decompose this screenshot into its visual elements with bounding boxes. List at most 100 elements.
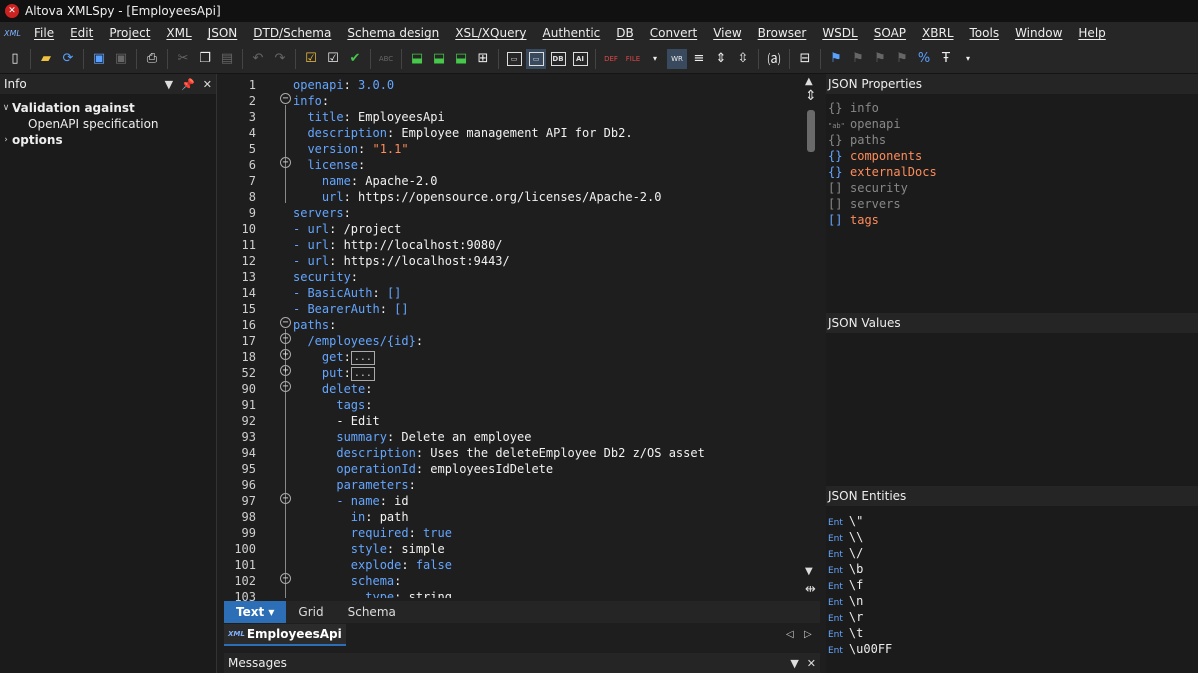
code-line[interactable]: summary: Delete an employee	[293, 429, 531, 445]
dropdown-arrow-icon[interactable]: ▾	[645, 49, 665, 69]
code-line[interactable]: description: Uses the deleteEmployee Db2…	[293, 445, 704, 461]
json-property-tags[interactable]: [] tags	[828, 212, 879, 228]
menu-file[interactable]: File	[26, 26, 62, 40]
menu-wsdl[interactable]: WSDL	[814, 26, 865, 40]
json-entity-item[interactable]: Ent \\	[828, 529, 863, 545]
code-line[interactable]: - url: https://localhost:9443/	[293, 253, 510, 269]
code-line[interactable]: - BasicAuth: []	[293, 285, 401, 301]
scroll-down-icon[interactable]: ▼	[805, 566, 813, 577]
menu-dtd-schema[interactable]: DTD/Schema	[245, 26, 339, 40]
chevron-down-icon[interactable]: ∨	[0, 103, 12, 113]
json-property-security[interactable]: [] security	[828, 180, 908, 196]
json-entity-item[interactable]: Ent \u00FF	[828, 641, 892, 657]
panel-menu-icon[interactable]: ▼	[165, 78, 173, 91]
fold-collapse-icon[interactable]: −	[280, 317, 291, 328]
cut-icon[interactable]: ✂	[173, 49, 193, 69]
code-line[interactable]: style: simple	[293, 541, 445, 557]
menu-edit[interactable]: Edit	[62, 26, 101, 40]
word-wrap-icon[interactable]: WR	[667, 48, 687, 69]
xquery-icon[interactable]: ⬓	[451, 49, 471, 69]
new-file-icon[interactable]: ▯	[5, 49, 25, 69]
code-line[interactable]: paths:	[293, 317, 336, 333]
code-line[interactable]: required: true	[293, 525, 452, 541]
grid-view-icon[interactable]: ⊞	[473, 49, 493, 69]
text-view-icon[interactable]: ▭	[504, 49, 524, 69]
fold-collapse-icon[interactable]: −	[280, 493, 291, 504]
code-line[interactable]: get:...	[293, 349, 375, 365]
json-property-paths[interactable]: {} paths	[828, 132, 886, 148]
code-line[interactable]: info:	[293, 93, 329, 109]
json-property-externalDocs[interactable]: {} externalDocs	[828, 164, 937, 180]
menu-view[interactable]: View	[705, 26, 749, 40]
pin-icon[interactable]: 📌	[181, 78, 195, 91]
fold-collapse-icon[interactable]: −	[280, 157, 291, 168]
code-line[interactable]: operationId: employeesIdDelete	[293, 461, 553, 477]
validate-all-icon[interactable]: ✔	[345, 49, 365, 69]
menu-help[interactable]: Help	[1070, 26, 1113, 40]
text-editor[interactable]: 1 2 3 4 5 6 7 8 9 10 11 12 13 14 15 16 17 18 52 90 91 92 93 94 9…	[224, 74, 820, 604]
panel-menu-icon[interactable]: ▼	[790, 657, 798, 670]
fold-expand-icon[interactable]: +	[280, 365, 291, 376]
code-line[interactable]: openapi: 3.0.0	[293, 77, 394, 93]
code-line[interactable]: - url: /project	[293, 221, 401, 237]
fold-collapse-icon[interactable]: −	[280, 93, 291, 104]
print-icon[interactable]: ⎙	[142, 49, 162, 69]
reload-icon[interactable]: ⟳	[58, 49, 78, 69]
browser-view-icon[interactable]: ▭	[526, 48, 546, 69]
code-line[interactable]: security:	[293, 269, 358, 285]
fold-expand-icon[interactable]: +	[280, 349, 291, 360]
menu-convert[interactable]: Convert	[642, 26, 705, 40]
menu-xsl-xquery[interactable]: XSL/XQuery	[447, 26, 534, 40]
document-tab-employeesapi[interactable]: XML EmployeesApi	[224, 624, 346, 646]
file-icon[interactable]: FILE	[623, 49, 643, 69]
tree-item-options[interactable]: › options	[0, 132, 216, 148]
undo-icon[interactable]: ↶	[248, 49, 268, 69]
tree-item-validation-against[interactable]: ∨ Validation against	[0, 100, 216, 116]
tab-grid[interactable]: Grid	[286, 601, 335, 623]
menu-json[interactable]: JSON	[200, 26, 246, 40]
tab-prev-icon[interactable]: ◁	[786, 629, 794, 640]
close-icon[interactable]: ✕	[203, 78, 212, 91]
code-line[interactable]: type: string	[293, 589, 452, 598]
collapse-all-icon[interactable]: ⇕	[711, 49, 731, 69]
menu-xml[interactable]: XML	[158, 26, 199, 40]
open-folder-icon[interactable]: ▰	[36, 49, 56, 69]
tab-schema[interactable]: Schema	[336, 601, 408, 623]
json-entity-item[interactable]: Ent \/	[828, 545, 863, 561]
code-line[interactable]: - name: id	[293, 493, 408, 509]
collapsed-block-marker[interactable]: ...	[350, 350, 375, 365]
xml-document-icon[interactable]: XML	[0, 29, 26, 38]
tab-text[interactable]: Text ▾	[224, 601, 287, 623]
code-line[interactable]: url: https://opensource.org/licenses/Apa…	[293, 189, 662, 205]
code-line[interactable]: tags:	[293, 397, 372, 413]
bookmark-icon[interactable]: ⚑	[826, 49, 846, 69]
code-line[interactable]: delete:	[293, 381, 373, 397]
xsl-transform-icon[interactable]: ⬓	[407, 49, 427, 69]
next-bookmark-icon[interactable]: ⚑	[848, 49, 868, 69]
validate-icon[interactable]: ☑	[323, 49, 343, 69]
code-line[interactable]: - BearerAuth: []	[293, 301, 409, 317]
collapsed-block-marker[interactable]: ...	[350, 366, 375, 381]
menu-schema-design[interactable]: Schema design	[339, 26, 447, 40]
save-icon[interactable]: ▣	[89, 49, 109, 69]
json-entity-item[interactable]: Ent \"	[828, 513, 863, 529]
fold-collapse-icon[interactable]: −	[280, 381, 291, 392]
json-entity-item[interactable]: Ent \n	[828, 593, 863, 609]
xsl-fo-icon[interactable]: ⬓	[429, 49, 449, 69]
code-line[interactable]: /employees/{id}:	[293, 333, 423, 349]
json-entity-item[interactable]: Ent \b	[828, 561, 863, 577]
settings-dropdown-icon[interactable]: ▾	[958, 49, 978, 69]
text-settings-icon[interactable]: Ŧ	[936, 49, 956, 69]
json-entity-item[interactable]: Ent \t	[828, 625, 863, 641]
indent-icon[interactable]: ≡	[689, 49, 709, 69]
prev-bookmark-icon[interactable]: ⚑	[870, 49, 890, 69]
save-all-icon[interactable]: ▣	[111, 49, 131, 69]
json-property-components[interactable]: {} components	[828, 148, 922, 164]
code-area[interactable]: openapi: 3.0.0 info: title: EmployeesApi …	[293, 74, 799, 598]
code-line[interactable]: name: Apache-2.0	[293, 173, 438, 189]
menu-window[interactable]: Window	[1007, 26, 1070, 40]
tab-next-icon[interactable]: ▷	[804, 629, 812, 640]
menu-db[interactable]: DB	[608, 26, 641, 40]
db-query-icon[interactable]: DB	[548, 49, 568, 69]
expand-all-icon[interactable]: ⇳	[733, 49, 753, 69]
